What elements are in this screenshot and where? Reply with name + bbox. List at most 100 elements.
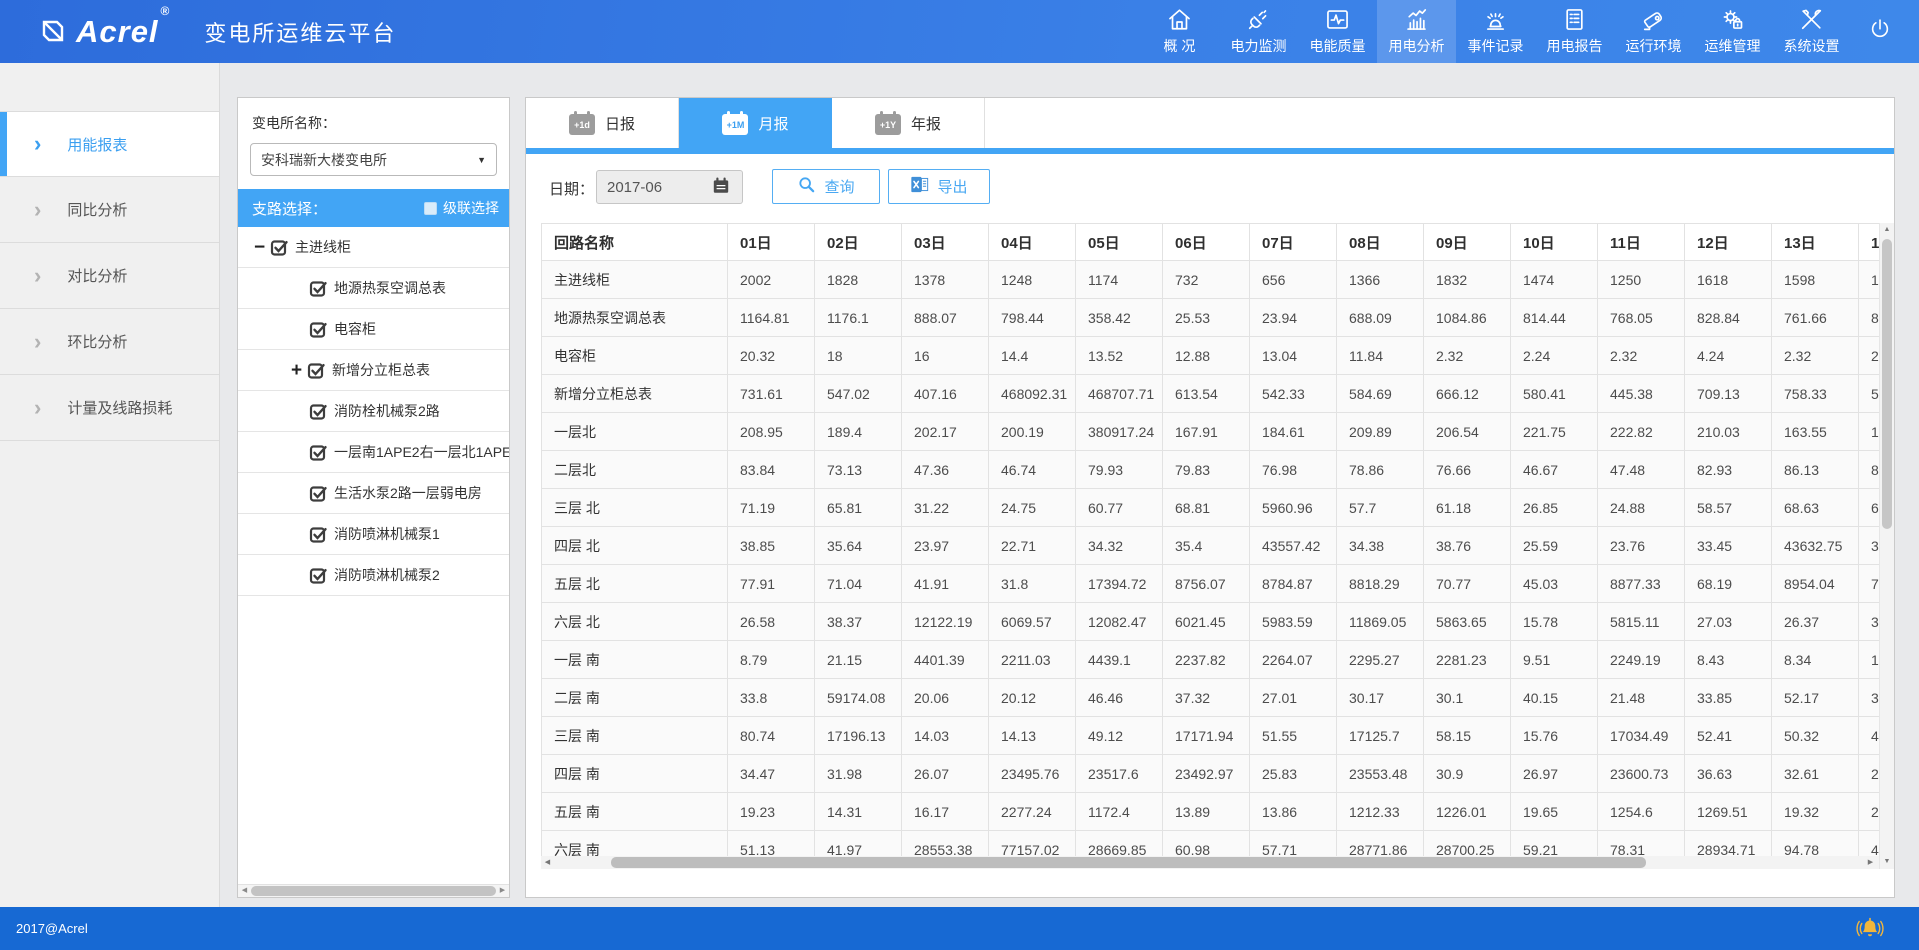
table-row: 电容柜20.32181614.413.5212.8813.0411.842.32… (542, 337, 1880, 375)
value-cell: 46.67 (1511, 451, 1598, 489)
horizontal-scrollbar-thumb[interactable] (611, 857, 1646, 868)
home-icon (1166, 6, 1193, 33)
value-cell: 12.88 (1163, 337, 1250, 375)
vertical-scrollbar-thumb[interactable] (1882, 239, 1892, 529)
tree-item[interactable]: 消防喷淋机械泵1 (238, 514, 509, 555)
value-cell: 709.13 (1685, 375, 1772, 413)
station-select[interactable]: 安科瑞新大楼变电所 ▼ (250, 143, 497, 176)
tab-daily-report[interactable]: +1d 日报 (526, 98, 679, 148)
date-picker-button[interactable] (699, 170, 743, 204)
expand-icon[interactable]: + (291, 361, 307, 380)
chevron-right-icon: › (34, 331, 41, 353)
value-cell-clipped: 4 (1859, 831, 1880, 857)
tree-item[interactable]: 生活水泵2路一层弱电房 (238, 473, 509, 514)
value-cell: 15.78 (1511, 603, 1598, 641)
value-cell: 94.78 (1772, 831, 1859, 857)
query-button[interactable]: 查询 (772, 169, 880, 204)
nav-item-environment[interactable]: 运行环境 (1614, 0, 1693, 63)
checked-checkbox-icon[interactable] (309, 320, 328, 339)
checked-checkbox-icon[interactable] (307, 361, 326, 380)
value-cell: 1598 (1772, 261, 1859, 299)
tree-item[interactable]: 电容柜 (238, 309, 509, 350)
vertical-scrollbar[interactable]: ▲ ▼ (1879, 223, 1894, 869)
value-cell: 19.23 (728, 793, 815, 831)
report-card: +1d 日报 +1M 月报 +1Y 年报 日期： 查询 导出 回路名称01日02… (525, 97, 1895, 898)
value-cell: 1378 (902, 261, 989, 299)
scroll-down-icon[interactable]: ▼ (1880, 855, 1894, 869)
table-row: 五层 南19.2314.3116.172277.241172.413.8913.… (542, 793, 1880, 831)
column-header-day: 13日 (1772, 224, 1859, 261)
collapse-icon[interactable]: − (254, 238, 270, 257)
horizontal-scrollbar[interactable]: ◀ ▶ (541, 856, 1879, 869)
value-cell: 8756.07 (1163, 565, 1250, 603)
value-cell: 57.71 (1250, 831, 1337, 857)
checked-checkbox-icon[interactable] (309, 525, 328, 544)
cascade-checkbox[interactable]: 级联选择 (424, 198, 499, 218)
value-cell: 407.16 (902, 375, 989, 413)
checked-checkbox-icon[interactable] (309, 566, 328, 585)
value-cell: 38.37 (815, 603, 902, 641)
value-cell: 2.24 (1511, 337, 1598, 375)
gear-lock-icon (1719, 6, 1746, 33)
tree-item-label: 一层南1APE2右一层北1APE1 (334, 442, 509, 462)
nav-item-energy-analysis[interactable]: 用电分析 (1377, 0, 1456, 63)
nav-item-overview[interactable]: 概 况 (1140, 0, 1219, 63)
sidebar-item-环比分析[interactable]: ›环比分析 (0, 309, 219, 375)
nav-item-system-settings[interactable]: 系统设置 (1772, 0, 1851, 63)
value-cell: 79.83 (1163, 451, 1250, 489)
sidebar-item-同比分析[interactable]: ›同比分析 (0, 177, 219, 243)
tree-item[interactable]: 消防栓机械泵2路 (238, 391, 509, 432)
nav-item-ops-management[interactable]: 运维管理 (1693, 0, 1772, 63)
checked-checkbox-icon[interactable] (309, 279, 328, 298)
tab-monthly-report[interactable]: +1M 月报 (679, 98, 832, 148)
sidebar-item-对比分析[interactable]: ›对比分析 (0, 243, 219, 309)
value-cell-clipped: 8 (1859, 299, 1880, 337)
checked-checkbox-icon[interactable] (309, 443, 328, 462)
checked-checkbox-icon[interactable] (309, 402, 328, 421)
value-cell: 43632.75 (1772, 527, 1859, 565)
value-cell: 46.46 (1076, 679, 1163, 717)
date-input[interactable] (596, 170, 700, 204)
checked-checkbox-icon[interactable] (309, 484, 328, 503)
table-row: 二层 南33.859174.0820.0620.1246.4637.3227.0… (542, 679, 1880, 717)
circuit-name-cell: 六层 北 (542, 603, 728, 641)
export-button[interactable]: 导出 (888, 169, 990, 204)
sidebar-item-用能报表[interactable]: ›用能报表 (0, 111, 219, 177)
sidebar-item-计量及线路损耗[interactable]: ›计量及线路损耗 (0, 375, 219, 441)
value-cell: 23.97 (902, 527, 989, 565)
tree-item[interactable]: 消防喷淋机械泵2 (238, 555, 509, 596)
value-cell: 35.64 (815, 527, 902, 565)
nav-item-power-monitoring[interactable]: 电力监测 (1219, 0, 1298, 63)
panel-scrollbar-thumb[interactable] (251, 886, 496, 896)
notification-bell-icon[interactable] (1855, 916, 1885, 942)
tree-item[interactable]: 地源热泵空调总表 (238, 268, 509, 309)
tree-item[interactable]: −主进线柜 (238, 227, 509, 268)
nav-item-power-quality[interactable]: 电能质量 (1298, 0, 1377, 63)
scroll-left-icon[interactable]: ◀ (238, 885, 251, 897)
scroll-right-icon[interactable]: ▶ (1864, 856, 1877, 869)
power-button[interactable] (1851, 0, 1909, 63)
tree-item[interactable]: 一层南1APE2右一层北1APE1 (238, 432, 509, 473)
scroll-left-icon[interactable]: ◀ (541, 856, 554, 869)
value-cell: 1084.86 (1424, 299, 1511, 337)
value-cell: 209.89 (1337, 413, 1424, 451)
value-cell: 5815.11 (1598, 603, 1685, 641)
table-row: 一层 南8.7921.154401.392211.034439.12237.82… (542, 641, 1880, 679)
nav-item-label: 事件记录 (1468, 36, 1524, 56)
tree-item[interactable]: +新增分立柜总表 (238, 350, 509, 391)
value-cell: 2211.03 (989, 641, 1076, 679)
value-cell: 25.83 (1250, 755, 1337, 793)
circuit-name-cell: 主进线柜 (542, 261, 728, 299)
tab-yearly-report[interactable]: +1Y 年报 (832, 98, 985, 148)
checked-checkbox-icon[interactable] (270, 238, 289, 257)
value-cell: 163.55 (1772, 413, 1859, 451)
nav-item-energy-report[interactable]: 用电报告 (1535, 0, 1614, 63)
sidebar: ›用能报表›同比分析›对比分析›环比分析›计量及线路损耗 (0, 63, 220, 907)
registered-mark: ® (161, 4, 171, 18)
scroll-right-icon[interactable]: ▶ (496, 885, 509, 897)
value-cell: 47.36 (902, 451, 989, 489)
scroll-up-icon[interactable]: ▲ (1880, 223, 1894, 237)
panel-horizontal-scrollbar[interactable]: ◀ ▶ (238, 884, 509, 897)
value-cell-clipped: 2 (1859, 337, 1880, 375)
nav-item-event-log[interactable]: 事件记录 (1456, 0, 1535, 63)
